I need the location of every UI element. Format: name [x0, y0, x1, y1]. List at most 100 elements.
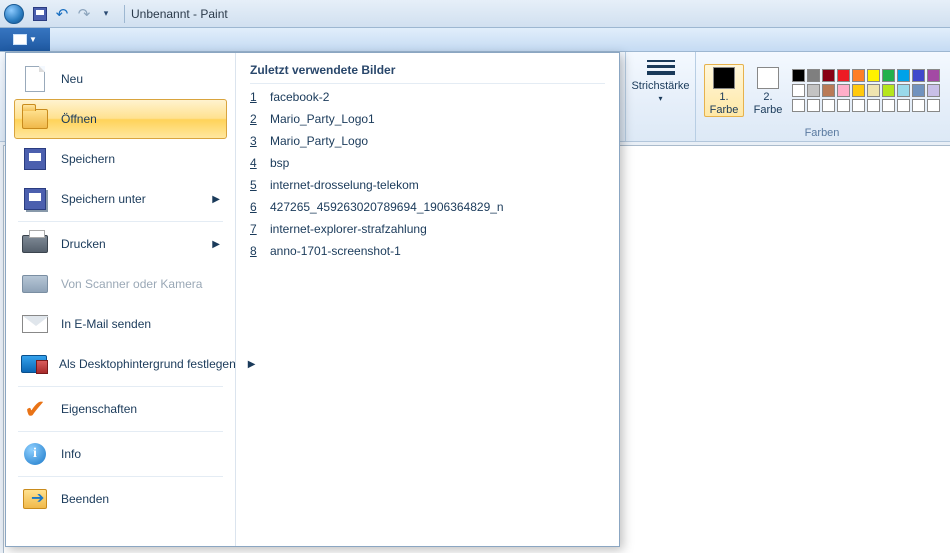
- recent-file-name: bsp: [270, 156, 289, 170]
- recent-file-item[interactable]: 8 anno-1701-screenshot-1: [250, 244, 605, 266]
- document-icon: [21, 65, 49, 93]
- palette-swatch[interactable]: [792, 84, 805, 97]
- menu-properties[interactable]: ✔ Eigenschaften: [14, 389, 227, 429]
- palette-swatch[interactable]: [897, 99, 910, 112]
- recent-file-item[interactable]: 7internet-explorer-strafzahlung: [250, 222, 605, 244]
- recent-file-item[interactable]: 6 427265_459263020789694_1906364829_n: [250, 200, 605, 222]
- recent-file-number: 2: [250, 112, 260, 126]
- palette-swatch[interactable]: [852, 99, 865, 112]
- file-tab-icon: [13, 34, 27, 45]
- submenu-arrow-icon: ▶: [212, 194, 220, 205]
- file-menu: Neu Öffnen Speichern Speichern unter ▶ D…: [5, 52, 620, 547]
- recent-file-name: Mario_Party_Logo: [270, 134, 368, 148]
- palette-swatch[interactable]: [792, 69, 805, 82]
- recent-file-item[interactable]: 4bsp: [250, 156, 605, 178]
- palette-swatch[interactable]: [867, 84, 880, 97]
- palette-swatch[interactable]: [912, 99, 925, 112]
- palette-swatch[interactable]: [882, 99, 895, 112]
- palette-swatch[interactable]: [912, 84, 925, 97]
- palette-swatch[interactable]: [807, 99, 820, 112]
- window-title: Unbenannt - Paint: [131, 7, 228, 21]
- qat-customize-button[interactable]: ▾: [96, 4, 116, 24]
- palette-swatch[interactable]: [837, 84, 850, 97]
- recent-file-name: Mario_Party_Logo1: [270, 112, 375, 126]
- palette-swatch[interactable]: [867, 69, 880, 82]
- save-icon: [33, 7, 47, 21]
- color2-button[interactable]: 2. Farbe: [748, 64, 788, 116]
- stroke-width-button[interactable]: Strichstärke ▾: [631, 56, 689, 125]
- menu-separator: [18, 476, 223, 477]
- qat-undo-button[interactable]: ↶: [52, 4, 72, 24]
- qat-save-button[interactable]: [30, 4, 50, 24]
- chevron-down-icon: ▼: [29, 35, 37, 44]
- qat-redo-button[interactable]: ↷: [74, 4, 94, 24]
- palette-swatch[interactable]: [837, 99, 850, 112]
- folder-open-icon: [21, 105, 49, 133]
- recent-file-item[interactable]: 2 Mario_Party_Logo1: [250, 112, 605, 134]
- menu-email[interactable]: In E-Mail senden: [14, 304, 227, 344]
- palette-swatch[interactable]: [822, 84, 835, 97]
- recent-file-name: facebook-2: [270, 90, 329, 104]
- menu-separator: [18, 221, 223, 222]
- file-menu-recent: Zuletzt verwendete Bilder 1facebook-22Ma…: [236, 53, 619, 546]
- exit-icon: ➔: [21, 485, 49, 513]
- submenu-arrow-icon: ▶: [212, 239, 220, 250]
- ribbon-tabs: ▼: [0, 28, 950, 52]
- recent-file-number: 7: [250, 222, 260, 236]
- color1-button[interactable]: 1. Farbe: [704, 64, 744, 116]
- separator: [124, 5, 125, 23]
- menu-exit[interactable]: ➔ Beenden: [14, 479, 227, 519]
- palette-swatch[interactable]: [807, 84, 820, 97]
- stroke-lines-icon: [647, 56, 675, 78]
- menu-new[interactable]: Neu: [14, 59, 227, 99]
- palette-swatch[interactable]: [897, 69, 910, 82]
- desktop-icon: [21, 350, 47, 378]
- palette-swatch[interactable]: [822, 69, 835, 82]
- palette-swatch[interactable]: [897, 84, 910, 97]
- recent-file-item[interactable]: 5internet-drosselung-telekom: [250, 178, 605, 200]
- chevron-down-icon: ▾: [659, 94, 663, 103]
- recent-file-item[interactable]: 3 Mario_Party_Logo: [250, 134, 605, 156]
- palette-swatch[interactable]: [807, 69, 820, 82]
- palette-swatch[interactable]: [882, 69, 895, 82]
- mail-icon: [21, 310, 49, 338]
- menu-wallpaper[interactable]: Als Desktophintergrund festlegen ▶: [14, 344, 227, 384]
- recent-file-name: anno-1701-screenshot-1: [270, 244, 401, 258]
- recent-file-name: internet-drosselung-telekom: [270, 178, 419, 192]
- menu-scanner[interactable]: Von Scanner oder Kamera: [14, 264, 227, 304]
- palette-swatch[interactable]: [867, 99, 880, 112]
- palette-swatch[interactable]: [927, 84, 940, 97]
- palette-swatch[interactable]: [882, 84, 895, 97]
- palette-swatch[interactable]: [852, 69, 865, 82]
- menu-separator: [18, 431, 223, 432]
- palette-swatch[interactable]: [792, 99, 805, 112]
- menu-save-as[interactable]: Speichern unter ▶: [14, 179, 227, 219]
- palette-swatch[interactable]: [822, 99, 835, 112]
- menu-open[interactable]: Öffnen: [14, 99, 227, 139]
- recent-file-number: 8: [250, 244, 260, 258]
- menu-save[interactable]: Speichern: [14, 139, 227, 179]
- color-palette: [792, 69, 940, 112]
- palette-swatch[interactable]: [927, 99, 940, 112]
- file-menu-commands: Neu Öffnen Speichern Speichern unter ▶ D…: [6, 53, 236, 546]
- color2-swatch: [757, 67, 779, 89]
- group-caption-farben: Farben: [805, 125, 840, 139]
- app-orb-icon[interactable]: [4, 4, 24, 24]
- recent-file-name: 427265_459263020789694_1906364829_n: [270, 200, 504, 214]
- recent-file-item[interactable]: 1facebook-2: [250, 90, 605, 112]
- recent-file-number: 6: [250, 200, 260, 214]
- recent-file-number: 3: [250, 134, 260, 148]
- palette-swatch[interactable]: [927, 69, 940, 82]
- printer-icon: [21, 230, 49, 258]
- ribbon-group-farben: 1. Farbe 2. Farbe Farben: [695, 52, 948, 141]
- title-bar: ↶ ↷ ▾ Unbenannt - Paint: [0, 0, 950, 28]
- menu-separator: [18, 386, 223, 387]
- info-icon: i: [21, 440, 49, 468]
- ribbon-group-strichstaerke: Strichstärke ▾: [625, 52, 695, 141]
- menu-print[interactable]: Drucken ▶: [14, 224, 227, 264]
- palette-swatch[interactable]: [852, 84, 865, 97]
- menu-info[interactable]: i Info: [14, 434, 227, 474]
- palette-swatch[interactable]: [837, 69, 850, 82]
- palette-swatch[interactable]: [912, 69, 925, 82]
- file-tab[interactable]: ▼: [0, 28, 50, 51]
